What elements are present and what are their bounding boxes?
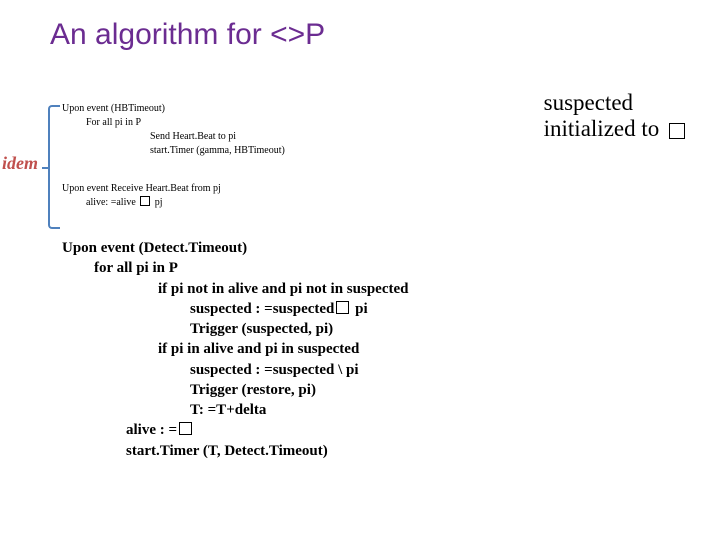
line: For all pi in P [86,116,322,130]
line: start.Timer (gamma, HBTimeout) [150,144,322,158]
line: alive : = [126,420,408,440]
note-line1: suspected [544,90,633,115]
line: for all pi in P [94,258,408,278]
bracket-shape [48,105,60,229]
line: Upon event Receive Heart.Beat from pj [62,182,322,196]
empty-set-box-icon [179,422,192,435]
line: if pi not in alive and pi not in suspect… [158,279,408,299]
empty-set-box-icon [669,123,685,139]
txt: alive : = [126,422,177,438]
union-box-icon [336,301,349,314]
note-line2-prefix: initialized to [544,116,660,141]
line: suspected : =suspected \ pi [190,360,408,380]
line: Trigger (restore, pi) [190,380,408,400]
txt: alive: =alive [86,197,136,208]
line: Upon event (HBTimeout) [62,102,322,116]
line: suspected : =suspected pi [190,299,408,319]
line: start.Timer (T, Detect.Timeout) [126,441,408,461]
algo-block-receive: Upon event Receive Heart.Beat from pj al… [62,182,322,210]
idem-annotation: idem [2,153,38,174]
suspected-note: suspected initialized to [544,90,685,143]
line: Send Heart.Beat to pi [150,130,322,144]
algo-block-detect: Upon event (Detect.Timeout) for all pi i… [62,238,408,461]
txt: suspected : =suspected [190,301,334,317]
slide-title: An algorithm for <>P [50,18,325,52]
algo-block-hbtimeout: Upon event (HBTimeout) For all pi in P S… [62,102,322,158]
line: if pi in alive and pi in suspected [158,339,408,359]
union-box-icon [140,196,150,206]
line: Trigger (suspected, pi) [190,319,408,339]
line: T: =T+delta [190,400,408,420]
line: Upon event (Detect.Timeout) [62,238,408,258]
txt: pj [155,197,163,208]
line: alive: =alive pj [86,196,322,210]
txt: pi [355,301,368,317]
